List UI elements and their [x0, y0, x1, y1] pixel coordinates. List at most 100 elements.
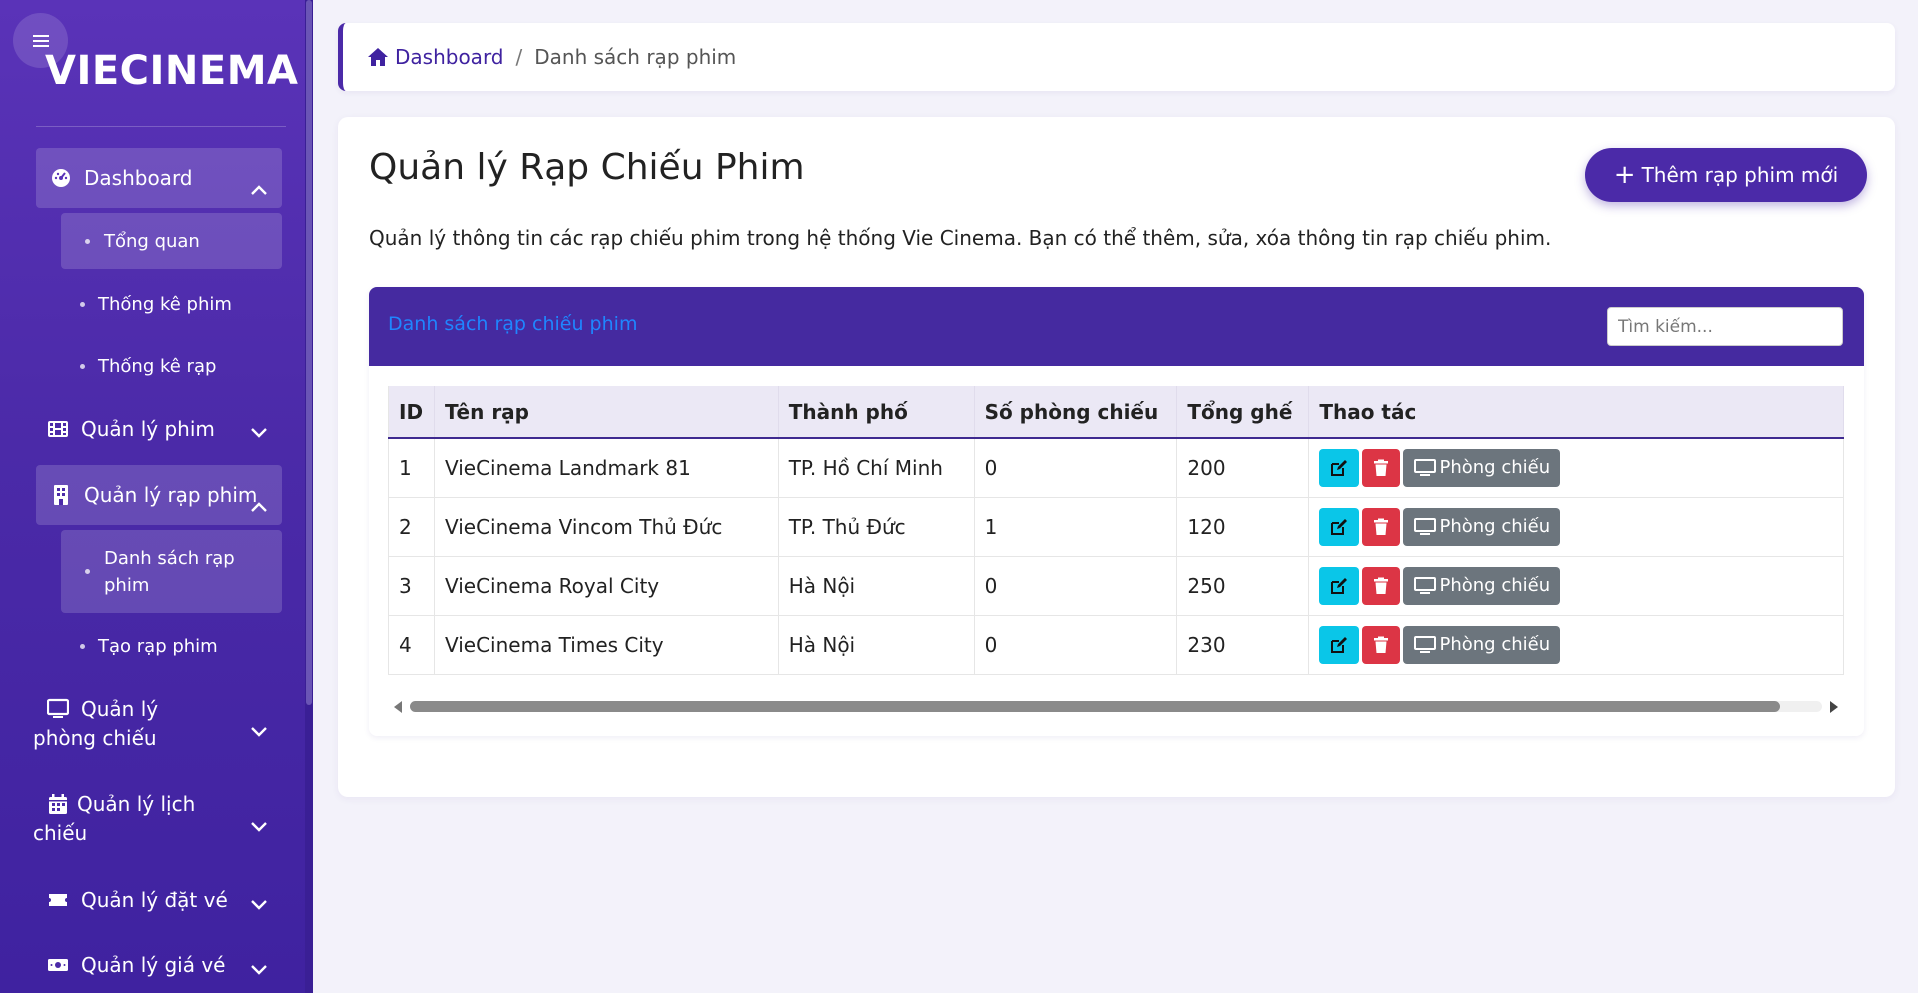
chevron-down-icon	[251, 727, 267, 737]
building-icon	[54, 485, 68, 505]
page-title: Quản lý Rạp Chiếu Phim	[369, 147, 805, 188]
sidebar-item-quan-ly-phim[interactable]: Quản lý phim	[36, 413, 282, 445]
cell-actions: Phòng chiếu	[1308, 497, 1844, 557]
add-cinema-button-label: Thêm rạp phim mới	[1641, 163, 1839, 187]
cell-rooms: 0	[974, 615, 1178, 675]
cell-seats: 230	[1176, 615, 1310, 675]
cinema-table: ID Tên rạp Thành phố Số phòng chiếu Tổng…	[388, 386, 1844, 675]
sidebar-subitem-label: Tạo rạp phim	[98, 635, 218, 657]
search-input[interactable]	[1607, 307, 1843, 346]
breadcrumb: Dashboard / Danh sách rạp phim	[338, 23, 1895, 91]
cell-actions: Phòng chiếu	[1308, 615, 1844, 675]
sidebar-subitem-thong-ke-phim[interactable]: Thống kê phim	[61, 289, 282, 319]
sidebar-subitem-label: Thống kê rạp	[98, 355, 217, 377]
rooms-button-label: Phòng chiếu	[1439, 634, 1551, 655]
cell-city: Hà Nội	[778, 615, 975, 675]
delete-button[interactable]	[1362, 507, 1401, 546]
scroll-left-arrow[interactable]	[394, 701, 402, 713]
scrollbar-thumb[interactable]	[410, 701, 1780, 712]
sidebar-subitem-tao-rap-phim[interactable]: Tạo rạp phim	[61, 631, 282, 661]
sidebar-item-quan-ly-dat-ve[interactable]: Quản lý đặt vé	[36, 884, 282, 916]
edit-icon	[1331, 459, 1348, 476]
sidebar-subitem-thong-ke-rap[interactable]: Thống kê rạp	[61, 351, 282, 381]
film-icon	[48, 421, 68, 437]
bullet-icon	[85, 238, 90, 244]
edit-icon	[1331, 577, 1348, 594]
chevron-down-icon	[251, 428, 267, 438]
sidebar-subitem-label: Thống kê phim	[98, 293, 232, 315]
sidebar-subitem-danh-sach-rap-phim[interactable]: Danh sách rạp phim	[61, 530, 282, 613]
chevron-down-icon	[251, 900, 267, 910]
table-row: 2 VieCinema Vincom Thủ Đức TP. Thủ Đức 1…	[388, 497, 1844, 557]
edit-button[interactable]	[1319, 507, 1360, 546]
money-icon	[48, 959, 68, 971]
sidebar-subitem-label: Tổng quan	[104, 230, 200, 252]
edit-button[interactable]	[1319, 566, 1360, 605]
sidebar-subitem-tong-quan[interactable]: Tổng quan	[61, 213, 282, 269]
table-row: 3 VieCinema Royal City Hà Nội 0 250 Phòn…	[388, 556, 1844, 616]
sidebar-item-quan-ly-lich-chieu[interactable]: Quản lý lịch chiếu	[33, 790, 282, 850]
cell-seats: 200	[1176, 438, 1310, 498]
delete-button[interactable]	[1362, 566, 1401, 605]
scroll-right-arrow[interactable]	[1830, 701, 1838, 713]
cell-seats: 250	[1176, 556, 1310, 616]
trash-icon	[1374, 459, 1389, 476]
sidebar-item-quan-ly-gia-ve[interactable]: Quản lý giá vé	[36, 949, 282, 981]
breadcrumb-separator: /	[515, 45, 523, 69]
column-header-seats[interactable]: Tổng ghế	[1176, 386, 1310, 439]
column-header-actions: Thao tác	[1308, 386, 1844, 439]
cell-id: 4	[388, 615, 435, 675]
rooms-button-label: Phòng chiếu	[1439, 575, 1551, 596]
edit-button[interactable]	[1319, 448, 1360, 487]
column-header-id[interactable]: ID	[388, 386, 435, 439]
rooms-button[interactable]: Phòng chiếu	[1403, 625, 1561, 664]
home-icon[interactable]	[367, 47, 389, 67]
sidebar-item-dashboard[interactable]: Dashboard	[36, 148, 282, 208]
cell-id: 2	[388, 497, 435, 557]
trash-icon	[1374, 577, 1389, 594]
cell-city: Hà Nội	[778, 556, 975, 616]
rooms-button[interactable]: Phòng chiếu	[1403, 507, 1561, 546]
cell-name: VieCinema Royal City	[434, 556, 779, 616]
delete-button[interactable]	[1362, 448, 1401, 487]
rooms-button[interactable]: Phòng chiếu	[1403, 566, 1561, 605]
cell-id: 3	[388, 556, 435, 616]
chevron-down-icon	[251, 822, 267, 832]
delete-button[interactable]	[1362, 625, 1401, 664]
main-card: Quản lý Rạp Chiếu Phim + Thêm rạp phim m…	[338, 117, 1895, 797]
sidebar-item-label: Quản lý lịch chiếu	[33, 792, 196, 845]
edit-icon	[1331, 518, 1348, 535]
monitor-icon	[1413, 635, 1436, 653]
column-header-city[interactable]: Thành phố	[778, 386, 975, 439]
rooms-button-label: Phòng chiếu	[1439, 457, 1551, 479]
sidebar-item-quan-ly-phong-chieu[interactable]: Quản lý phòng chiếu	[33, 695, 282, 755]
add-cinema-button[interactable]: + Thêm rạp phim mới	[1585, 148, 1867, 202]
sidebar-scrollbar[interactable]	[305, 0, 313, 993]
ticket-icon	[49, 894, 67, 906]
divider	[36, 126, 286, 127]
scrollbar-track[interactable]	[410, 701, 1822, 712]
rooms-button[interactable]: Phòng chiếu	[1403, 448, 1561, 487]
breadcrumb-dashboard-link[interactable]: Dashboard	[395, 45, 504, 69]
brand-logo[interactable]: VIECINEMA	[45, 48, 298, 94]
edit-button[interactable]	[1319, 625, 1360, 664]
cell-name: VieCinema Vincom Thủ Đức	[434, 497, 779, 557]
gauge-icon	[52, 169, 70, 187]
cell-actions: Phòng chiếu	[1308, 556, 1844, 616]
sidebar-item-quan-ly-rap-phim[interactable]: Quản lý rạp phim	[36, 465, 282, 525]
cell-name: VieCinema Landmark 81	[434, 438, 779, 498]
breadcrumb-current: Danh sách rạp phim	[534, 45, 737, 69]
sidebar: VIECINEMA Dashboard Tổng quan Thống kê p…	[0, 0, 313, 993]
monitor-icon	[1413, 576, 1436, 594]
cell-rooms: 1	[974, 497, 1178, 557]
column-header-rooms[interactable]: Số phòng chiếu	[974, 386, 1178, 439]
plus-icon: +	[1613, 160, 1636, 190]
sidebar-scrollbar-thumb[interactable]	[306, 0, 312, 705]
cell-id: 1	[388, 438, 435, 498]
bullet-icon	[80, 643, 85, 649]
column-header-name[interactable]: Tên rạp	[434, 386, 779, 439]
chevron-up-icon	[251, 185, 267, 195]
chevron-up-icon	[251, 502, 267, 512]
table-horizontal-scrollbar[interactable]	[388, 695, 1844, 717]
cell-name: VieCinema Times City	[434, 615, 779, 675]
